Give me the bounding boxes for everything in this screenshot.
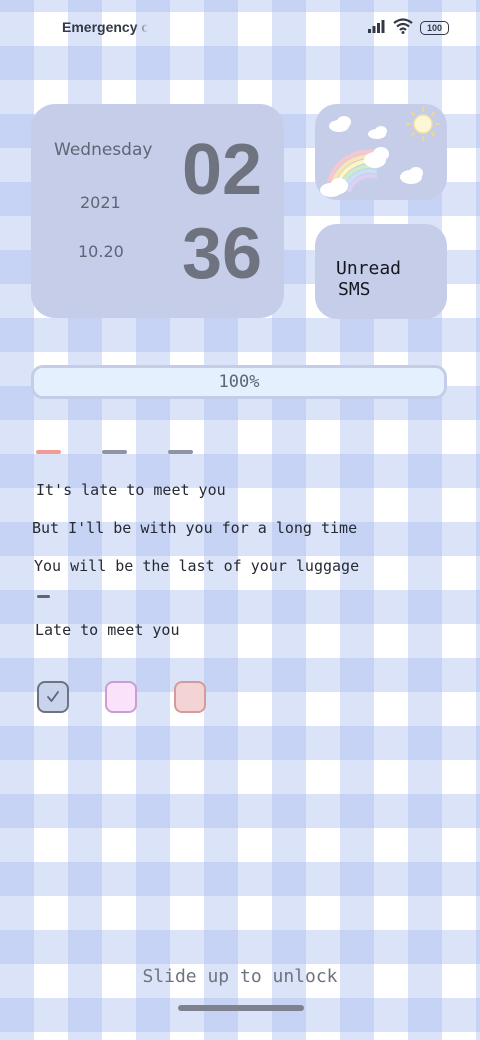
checkmark-icon — [47, 691, 59, 702]
cloud-icon — [320, 116, 423, 197]
weather-widget[interactable] — [315, 104, 447, 200]
sun-icon — [406, 107, 440, 141]
lyric-line-3: You will be the last of your luggage — [34, 557, 360, 575]
lyric-line-4: Late to meet you — [35, 621, 180, 639]
clock-widget[interactable]: Wednesday 2021 10.20 02 36 — [31, 104, 284, 318]
year-label: 2021 — [80, 193, 121, 212]
tab-indicator-1[interactable] — [36, 450, 61, 454]
battery-icon: 100 — [420, 21, 449, 35]
battery-progress-bar: 100% — [31, 365, 447, 399]
status-bar: Emergency c 100 — [0, 0, 480, 52]
unlock-hint: Slide up to unlock — [142, 966, 338, 987]
tab-indicator-3[interactable] — [168, 450, 193, 454]
lyric-divider — [37, 595, 50, 598]
weekday-label: Wednesday — [54, 140, 153, 160]
tab-indicator-2[interactable] — [102, 450, 127, 454]
sms-label-line1: Unread — [336, 258, 402, 279]
checkbox-blue[interactable] — [37, 681, 69, 713]
lyric-line-1: It's late to meet you — [36, 481, 226, 499]
signal-icon — [368, 20, 385, 33]
checkbox-red[interactable] — [174, 681, 206, 713]
sms-label-line2: SMS — [338, 279, 371, 300]
wifi-icon — [393, 18, 413, 34]
home-indicator[interactable] — [178, 1005, 304, 1011]
clock-minute: 36 — [181, 214, 263, 294]
unread-sms-widget[interactable]: Unread SMS — [315, 224, 447, 319]
progress-label: 100% — [218, 372, 260, 392]
clock-hour: 02 — [181, 130, 263, 210]
carrier-label: Emergency c — [62, 19, 148, 35]
lyric-line-2: But I'll be with you for a long time — [32, 519, 358, 537]
weather-illustration — [320, 107, 440, 197]
date-label: 10.20 — [78, 242, 124, 261]
checkbox-pink[interactable] — [105, 681, 137, 713]
